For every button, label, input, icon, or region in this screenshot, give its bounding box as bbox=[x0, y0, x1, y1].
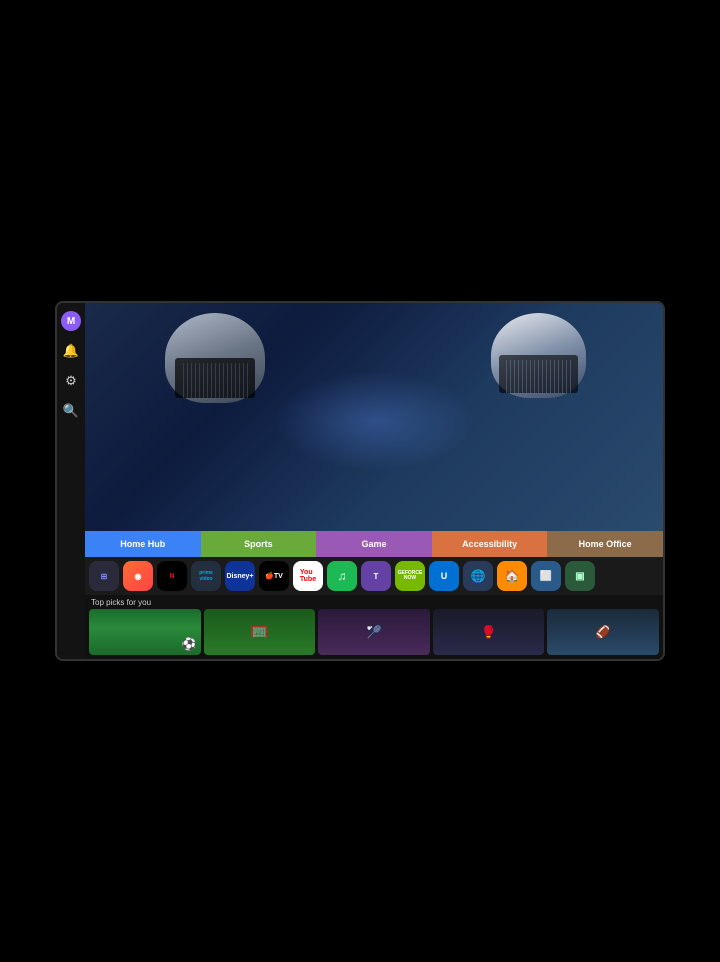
app-netflix[interactable]: N bbox=[157, 561, 187, 591]
top-pick-soccer[interactable] bbox=[89, 609, 201, 655]
app-spotify[interactable]: ♫ bbox=[327, 561, 357, 591]
top-pick-goal[interactable] bbox=[204, 609, 316, 655]
sidebar: M 🔔 ⚙ 🔍 bbox=[57, 303, 85, 659]
app-more[interactable]: ▣ bbox=[565, 561, 595, 591]
player-right bbox=[473, 313, 603, 433]
player-left bbox=[145, 313, 285, 443]
top-picks-label: Top picks for you bbox=[85, 595, 663, 609]
app-apps-grid[interactable]: ⊞ bbox=[89, 561, 119, 591]
top-pick-boxing[interactable] bbox=[433, 609, 545, 655]
app-smart-home[interactable]: 🏠 bbox=[497, 561, 527, 591]
profile-icon[interactable]: M bbox=[61, 311, 81, 331]
tab-accessibility[interactable]: Accessibility bbox=[432, 531, 548, 557]
hero-background bbox=[85, 303, 663, 531]
bell-icon[interactable]: 🔔 bbox=[61, 341, 81, 361]
tab-home-office[interactable]: Home Office bbox=[547, 531, 663, 557]
top-pick-football[interactable] bbox=[547, 609, 659, 655]
main-content: Home Hub Sports Game Accessibility Home … bbox=[85, 303, 663, 659]
app-ubisoft[interactable]: U bbox=[429, 561, 459, 591]
app-youtube[interactable]: YouTube bbox=[293, 561, 323, 591]
hero-content bbox=[85, 303, 663, 531]
app-screen-share[interactable]: ⬜ bbox=[531, 561, 561, 591]
hero-banner bbox=[85, 303, 663, 531]
tab-game[interactable]: Game bbox=[316, 531, 432, 557]
tv-screen: M 🔔 ⚙ 🔍 bbox=[55, 301, 665, 661]
app-twitch[interactable]: T bbox=[361, 561, 391, 591]
app-web-browser[interactable]: 🌐 bbox=[463, 561, 493, 591]
app-disney-plus[interactable]: Disney+ bbox=[225, 561, 255, 591]
nav-tabs: Home Hub Sports Game Accessibility Home … bbox=[85, 531, 663, 557]
app-apple-tv[interactable]: 🍎TV bbox=[259, 561, 289, 591]
search-icon[interactable]: 🔍 bbox=[61, 401, 81, 421]
top-picks-section: Top picks for you bbox=[85, 595, 663, 659]
app-geforce-now[interactable]: GEFORCENOW bbox=[395, 561, 425, 591]
top-picks-row bbox=[85, 609, 663, 659]
app-lg-channels[interactable]: ◉ bbox=[123, 561, 153, 591]
app-prime-video[interactable]: primevideo bbox=[191, 561, 221, 591]
helmet-right bbox=[491, 313, 586, 398]
top-pick-badminton[interactable] bbox=[318, 609, 430, 655]
apps-row: ⊞ ◉ N primevideo Disney+ 🍎TV YouTube ♫ bbox=[85, 557, 663, 595]
helmet-left bbox=[165, 313, 265, 403]
tab-home-hub[interactable]: Home Hub bbox=[85, 531, 201, 557]
gear-icon[interactable]: ⚙ bbox=[61, 371, 81, 391]
tab-sports[interactable]: Sports bbox=[201, 531, 317, 557]
